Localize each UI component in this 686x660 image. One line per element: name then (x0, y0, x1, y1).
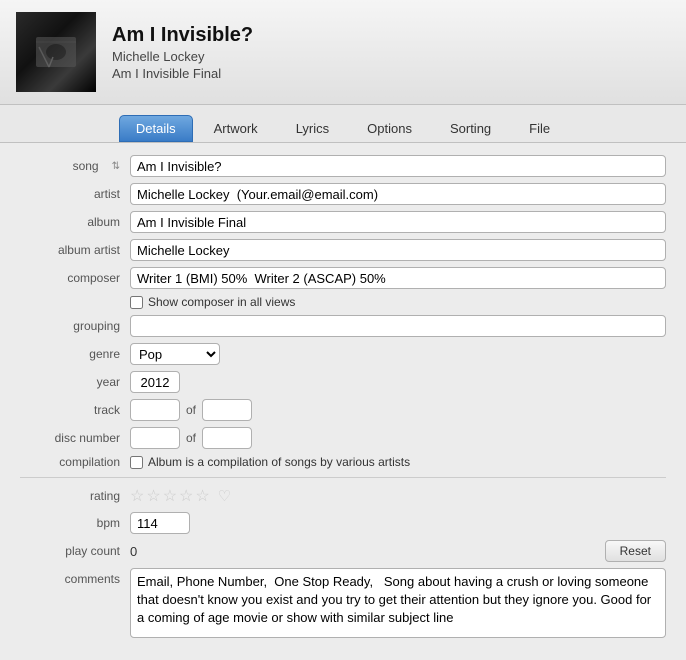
header-album: Am I Invisible Final (112, 66, 253, 81)
song-row: song ⇅ (20, 155, 666, 177)
header-song-title: Am I Invisible? (112, 24, 253, 47)
track-number-input[interactable] (130, 399, 180, 421)
star-4[interactable]: ☆ (179, 486, 193, 506)
track-row: track of (20, 399, 666, 421)
star-2[interactable]: ☆ (146, 486, 160, 506)
tab-bar: Details Artwork Lyrics Options Sorting F… (0, 105, 686, 143)
genre-row: genre Pop Rock Jazz Classical Country El… (20, 343, 666, 365)
grouping-row: grouping (20, 315, 666, 337)
disc-row: disc number of (20, 427, 666, 449)
disc-label: disc number (20, 431, 130, 445)
year-row: year (20, 371, 666, 393)
header: Am I Invisible? Michelle Lockey Am I Inv… (0, 0, 686, 105)
genre-select[interactable]: Pop Rock Jazz Classical Country Electron… (130, 343, 220, 365)
bpm-label: bpm (20, 516, 130, 530)
artist-label: artist (20, 187, 130, 201)
compilation-checkbox[interactable] (130, 456, 143, 469)
star-3[interactable]: ☆ (163, 486, 177, 506)
composer-row: composer (20, 267, 666, 289)
disc-total-input[interactable] (202, 427, 252, 449)
comments-label: comments (20, 568, 130, 586)
heart-icon[interactable]: ♡ (218, 487, 231, 505)
album-row: album (20, 211, 666, 233)
artist-row: artist (20, 183, 666, 205)
artist-input[interactable] (130, 183, 666, 205)
play-count-label: play count (20, 544, 130, 558)
album-art (16, 12, 96, 92)
star-5[interactable]: ☆ (195, 486, 209, 506)
disc-number-input[interactable] (130, 427, 180, 449)
tab-details[interactable]: Details (119, 115, 193, 142)
year-input[interactable] (130, 371, 180, 393)
rating-row: rating ☆ ☆ ☆ ☆ ☆ ♡ (20, 486, 666, 506)
play-count-value: 0 (130, 544, 605, 559)
rating-label: rating (20, 489, 130, 503)
compilation-row: compilation Album is a compilation of so… (20, 455, 666, 469)
composer-label: composer (20, 271, 130, 285)
rating-stars: ☆ ☆ ☆ ☆ ☆ ♡ (130, 486, 231, 506)
comments-row: comments Email, Phone Number, One Stop R… (20, 568, 666, 638)
divider-1 (20, 477, 666, 478)
song-label: song (0, 159, 109, 173)
grouping-input[interactable] (130, 315, 666, 337)
album-artist-label: album artist (20, 243, 130, 257)
tab-lyrics[interactable]: Lyrics (279, 115, 346, 142)
track-of-label: of (186, 403, 196, 417)
track-label: track (20, 403, 130, 417)
tab-file[interactable]: File (512, 115, 567, 142)
comments-textarea[interactable]: Email, Phone Number, One Stop Ready, Son… (130, 568, 666, 638)
album-artist-row: album artist (20, 239, 666, 261)
tab-sorting[interactable]: Sorting (433, 115, 508, 142)
star-1[interactable]: ☆ (130, 486, 144, 506)
show-composer-row: Show composer in all views (20, 295, 666, 309)
bpm-input[interactable] (130, 512, 190, 534)
grouping-label: grouping (20, 319, 130, 333)
composer-input[interactable] (130, 267, 666, 289)
album-label: album (20, 215, 130, 229)
compilation-text: Album is a compilation of songs by vario… (148, 455, 410, 469)
show-composer-checkbox[interactable] (130, 296, 143, 309)
header-artist: Michelle Lockey (112, 49, 253, 64)
compilation-label: compilation (20, 455, 130, 469)
reset-button[interactable]: Reset (605, 540, 666, 562)
tab-artwork[interactable]: Artwork (197, 115, 275, 142)
album-artist-input[interactable] (130, 239, 666, 261)
header-info: Am I Invisible? Michelle Lockey Am I Inv… (112, 24, 253, 81)
track-total-input[interactable] (202, 399, 252, 421)
show-composer-label[interactable]: Show composer in all views (130, 295, 295, 309)
disc-of-label: of (186, 431, 196, 445)
compilation-checkbox-label[interactable]: Album is a compilation of songs by vario… (130, 455, 410, 469)
year-label: year (20, 375, 130, 389)
genre-label: genre (20, 347, 130, 361)
album-input[interactable] (130, 211, 666, 233)
tab-options[interactable]: Options (350, 115, 429, 142)
song-input[interactable] (130, 155, 666, 177)
bpm-row: bpm (20, 512, 666, 534)
details-form: song ⇅ artist album album artist compose… (0, 143, 686, 660)
play-count-row: play count 0 Reset (20, 540, 666, 562)
sort-arrow-icon: ⇅ (112, 161, 120, 172)
